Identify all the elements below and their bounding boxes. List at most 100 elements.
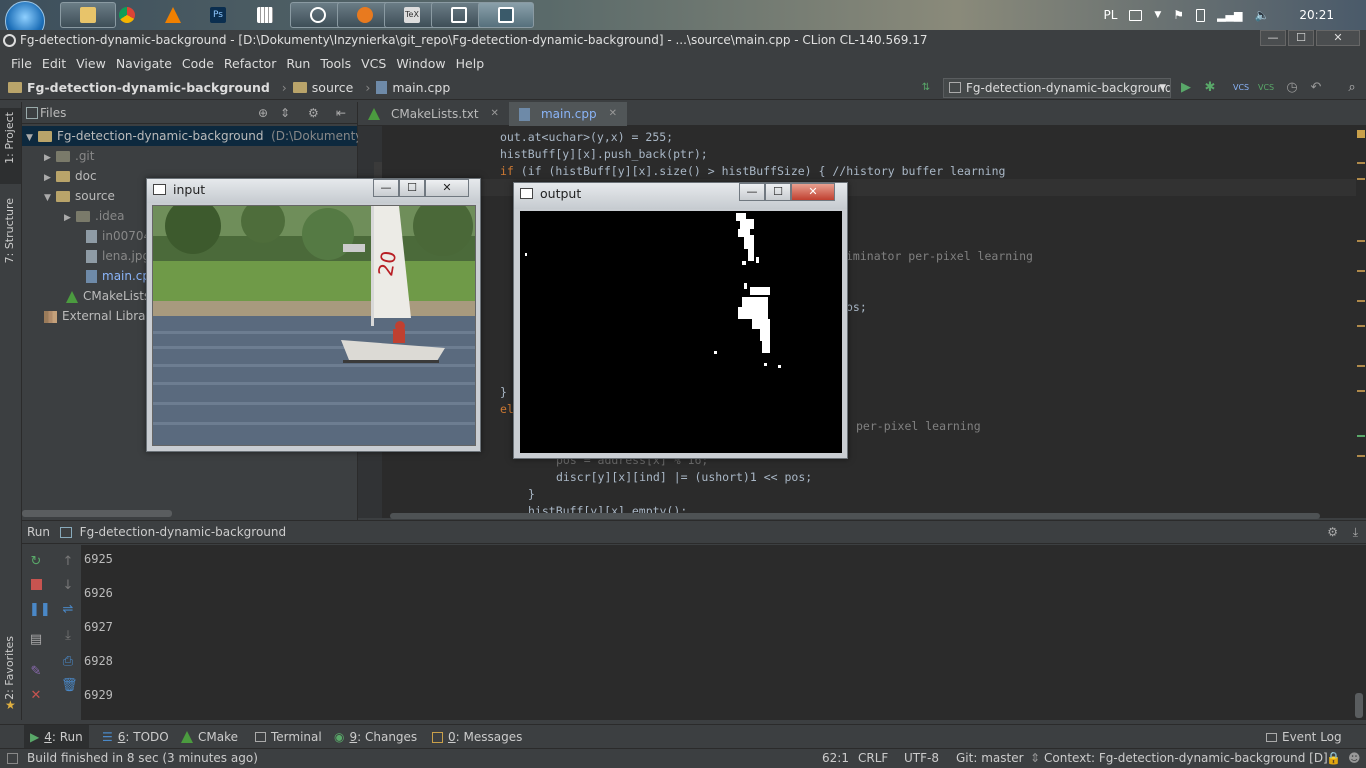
tree-item-lena[interactable]: lena.jpg bbox=[86, 246, 150, 266]
menu-file[interactable]: File bbox=[6, 56, 37, 71]
lock-icon[interactable]: 🔒 bbox=[1326, 749, 1341, 768]
tab-structure[interactable]: 7: Structure bbox=[3, 198, 16, 263]
error-stripe-mark[interactable] bbox=[1357, 455, 1365, 457]
tree-item-source[interactable]: ▼ source bbox=[44, 186, 115, 206]
menu-window[interactable]: Window bbox=[391, 56, 450, 71]
analysis-status-icon[interactable] bbox=[1357, 130, 1365, 138]
close-button[interactable]: ✕ bbox=[1316, 30, 1360, 46]
caret-position[interactable]: 62:1 bbox=[822, 749, 849, 768]
breadcrumb-source[interactable]: source bbox=[292, 80, 353, 95]
tab-cmakelists[interactable]: CMakeLists.txt ✕ bbox=[358, 102, 509, 126]
console-scrollbar[interactable] bbox=[1352, 545, 1366, 720]
hide-panel-icon[interactable]: ⇤ bbox=[336, 106, 346, 120]
minimize-button[interactable]: — bbox=[1260, 30, 1286, 46]
dump-threads-icon[interactable]: ▤ bbox=[29, 633, 43, 647]
menu-help[interactable]: Help bbox=[451, 56, 490, 71]
tool-tab-messages[interactable]: 0: Messages bbox=[432, 725, 522, 749]
tool-tab-changes[interactable]: ◉ 9: Changes bbox=[334, 725, 417, 749]
vcs-update-icon[interactable]: VCS bbox=[1233, 80, 1249, 96]
error-stripe-mark[interactable] bbox=[1357, 162, 1365, 164]
maximize-button[interactable]: ☐ bbox=[399, 179, 425, 197]
error-stripe-mark[interactable] bbox=[1357, 365, 1365, 367]
locate-icon[interactable]: ⊕ bbox=[258, 106, 268, 120]
close-run-icon[interactable]: ✕ bbox=[29, 689, 43, 703]
arrow-up-icon[interactable]: ↑ bbox=[61, 555, 75, 569]
menu-edit[interactable]: Edit bbox=[37, 56, 71, 71]
menu-tools[interactable]: Tools bbox=[315, 56, 356, 71]
project-horizontal-scrollbar[interactable] bbox=[22, 510, 172, 517]
maximize-button[interactable]: ☐ bbox=[765, 183, 791, 201]
tool-tab-event-log[interactable]: Event Log bbox=[1266, 725, 1342, 749]
menu-run[interactable]: Run bbox=[281, 56, 315, 71]
history-icon[interactable]: ◷ bbox=[1284, 80, 1300, 96]
battery-icon[interactable] bbox=[1196, 8, 1206, 22]
breadcrumb-file[interactable]: main.cpp bbox=[376, 80, 450, 95]
code-editor[interactable]: out.at<uchar>(y,x) = 255; histBuff[y][x]… bbox=[358, 126, 1356, 518]
tab-project[interactable]: 1: Project bbox=[3, 112, 16, 164]
resolve-context[interactable]: Context: Fg-detection-dynamic-background… bbox=[1044, 749, 1328, 768]
project-view-selector[interactable]: Files bbox=[40, 106, 66, 120]
tab-main-cpp[interactable]: main.cpp ✕ bbox=[508, 102, 627, 126]
editor-error-stripe[interactable] bbox=[1356, 126, 1366, 518]
tree-item-doc[interactable]: ▶ doc bbox=[44, 166, 97, 186]
error-stripe-mark[interactable] bbox=[1357, 270, 1365, 272]
menu-navigate[interactable]: Navigate bbox=[111, 56, 177, 71]
error-stripe-mark[interactable] bbox=[1357, 390, 1365, 392]
soft-wrap-icon[interactable]: ⇌ bbox=[61, 603, 75, 617]
tool-tab-run[interactable]: ▶ 4: Run bbox=[24, 725, 89, 749]
breadcrumb-project[interactable]: Fg-detection-dynamic-background bbox=[8, 80, 270, 95]
menu-refactor[interactable]: Refactor bbox=[219, 56, 281, 71]
file-encoding[interactable]: UTF-8 bbox=[904, 749, 939, 768]
run-icon[interactable]: ▶ bbox=[1178, 80, 1194, 96]
minimize-button[interactable]: — bbox=[739, 183, 765, 201]
scroll-to-end-icon[interactable]: ⤓ bbox=[61, 629, 75, 643]
tree-item-idea[interactable]: ▶ .idea bbox=[64, 206, 125, 226]
tray-expand-icon[interactable]: ▼ bbox=[1154, 10, 1161, 20]
gear-icon[interactable]: ⚙ bbox=[308, 106, 319, 120]
output-window-taskbar-button[interactable] bbox=[478, 2, 534, 28]
close-tab-icon[interactable]: ✕ bbox=[609, 102, 617, 126]
chrome-taskbar-button[interactable] bbox=[116, 2, 138, 28]
vlc-taskbar-button[interactable] bbox=[162, 2, 184, 28]
close-tab-icon[interactable]: ✕ bbox=[491, 102, 499, 126]
calculator-taskbar-button[interactable] bbox=[254, 2, 276, 28]
tool-tab-terminal[interactable]: Terminal bbox=[255, 725, 322, 749]
menu-view[interactable]: View bbox=[71, 56, 111, 71]
close-button[interactable]: ✕ bbox=[425, 179, 469, 197]
clock[interactable]: 20:21 bbox=[1299, 8, 1334, 22]
collapse-icon[interactable]: ⇕ bbox=[280, 106, 290, 120]
panel-toggle-icon[interactable] bbox=[7, 753, 18, 764]
line-separator[interactable]: CRLF bbox=[858, 749, 888, 768]
tool-tab-todo[interactable]: ☰ 6: TODO bbox=[102, 725, 169, 749]
inspector-icon[interactable]: ☻ bbox=[1348, 749, 1361, 768]
minimize-button[interactable]: — bbox=[373, 179, 399, 197]
error-stripe-mark[interactable] bbox=[1357, 240, 1365, 242]
maximize-button[interactable]: ☐ bbox=[1288, 30, 1314, 46]
volume-icon[interactable]: 🔈 bbox=[1254, 8, 1269, 22]
debug-icon[interactable]: ✱ bbox=[1202, 80, 1218, 96]
tool-tab-cmake[interactable]: CMake bbox=[181, 725, 238, 749]
language-indicator[interactable]: PL bbox=[1103, 8, 1117, 22]
error-stripe-mark[interactable] bbox=[1357, 178, 1365, 180]
action-center-flag-icon[interactable]: ⚑ bbox=[1173, 8, 1184, 22]
tree-item-project-root[interactable]: ▼ Fg-detection-dynamic-background (D:\Dok… bbox=[22, 126, 384, 146]
git-branch[interactable]: Git: master bbox=[956, 749, 1024, 768]
output-window[interactable]: output — ☐ ✕ bbox=[513, 182, 848, 459]
pin-tab-icon[interactable]: ✎ bbox=[29, 665, 43, 679]
gear-icon[interactable]: ⚙ bbox=[1327, 521, 1338, 543]
menu-code[interactable]: Code bbox=[177, 56, 219, 71]
vcs-commit-icon[interactable]: VCS bbox=[1258, 80, 1274, 96]
error-stripe-mark[interactable] bbox=[1357, 435, 1365, 437]
close-button[interactable]: ✕ bbox=[791, 183, 835, 201]
editor-horizontal-scrollbar[interactable] bbox=[390, 513, 1320, 519]
photoshop-taskbar-button[interactable]: Ps bbox=[207, 2, 229, 28]
network-signal-icon[interactable]: ▂▄▆ bbox=[1217, 9, 1242, 22]
console-scrollbar-thumb[interactable] bbox=[1355, 693, 1363, 718]
print-icon[interactable]: ⎙ bbox=[61, 655, 75, 669]
run-config-name[interactable]: Fg-detection-dynamic-background bbox=[80, 525, 286, 539]
error-stripe-mark[interactable] bbox=[1357, 300, 1365, 302]
trash-icon[interactable]: 🗑 bbox=[61, 679, 78, 693]
arrow-down-icon[interactable]: ↓ bbox=[61, 579, 75, 593]
run-configuration-select[interactable]: Fg-detection-dynamic-background ▼ bbox=[943, 78, 1171, 98]
explorer-taskbar-button[interactable] bbox=[60, 2, 116, 28]
